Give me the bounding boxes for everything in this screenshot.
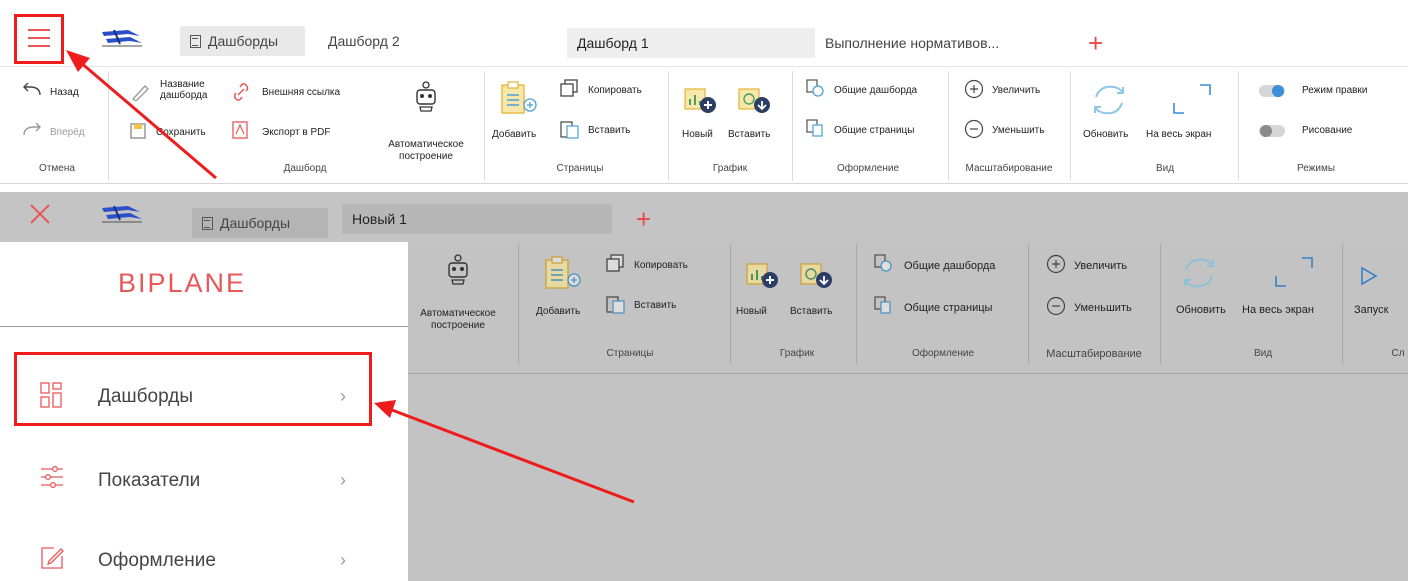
annotation-arrows [66, 50, 635, 504]
screenshot-stage: Дашборды Дашборд 2 Дашборд 1 Выполнение … [0, 0, 1408, 581]
